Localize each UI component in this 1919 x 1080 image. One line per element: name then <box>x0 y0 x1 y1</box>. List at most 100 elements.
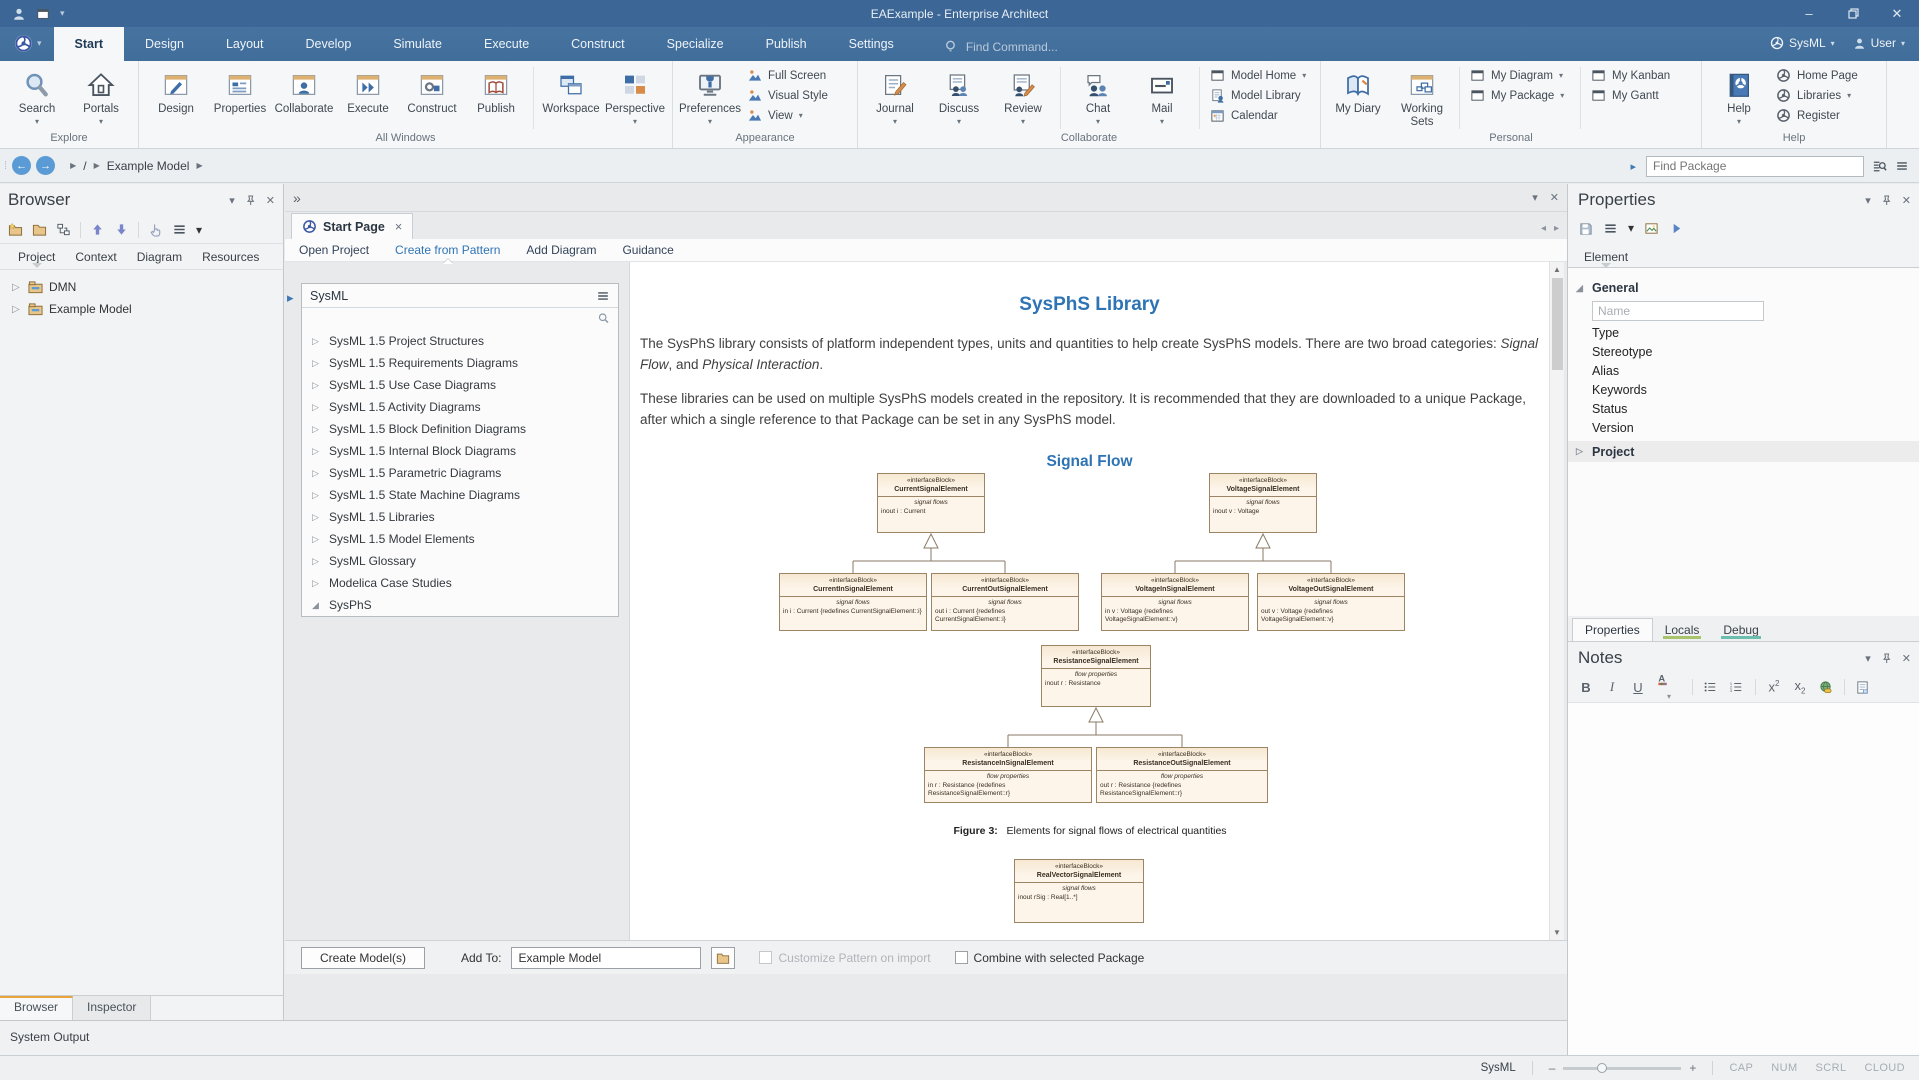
ribbon-tab-design[interactable]: Design <box>124 27 205 61</box>
property-row-status[interactable]: Status <box>1568 400 1919 419</box>
property-row-type[interactable]: Type <box>1568 324 1919 343</box>
start-nav-open-project[interactable]: Open Project <box>299 243 369 257</box>
ribbon-execute-button[interactable]: Execute <box>337 65 399 116</box>
zoom-in-button[interactable]: + <box>1689 1061 1696 1075</box>
uml-block-currentinsignalelement[interactable]: «interfaceBlock»CurrentInSignalElementsi… <box>779 573 927 631</box>
tab-close-icon[interactable]: × <box>395 220 402 234</box>
scroll-tabs-left-icon[interactable]: ◂ <box>1541 223 1546 234</box>
ribbon-my-diary-button[interactable]: My Diary <box>1327 65 1389 116</box>
browser-tab-resources[interactable]: Resources <box>194 247 267 267</box>
section-project[interactable]: ▷Project <box>1568 441 1919 462</box>
properties-menu-icon[interactable] <box>1603 221 1618 236</box>
pattern-item-sysml-1-5-parametric-diagrams[interactable]: ▷SysML 1.5 Parametric Diagrams <box>302 462 618 484</box>
expand-arrow-icon[interactable]: ▷ <box>312 512 323 523</box>
tab-list-chevrons-icon[interactable]: » <box>293 190 301 206</box>
ribbon-model-library-button[interactable]: Model Library <box>1206 87 1314 104</box>
bottom-tab-browser[interactable]: Browser <box>0 996 73 1020</box>
ribbon-calendar-button[interactable]: Calendar <box>1206 107 1314 124</box>
browser-tab-diagram[interactable]: Diagram <box>129 247 190 267</box>
collapse-list-icon[interactable]: ▸ <box>287 290 294 306</box>
expand-arrow-icon[interactable]: ▷ <box>312 446 323 457</box>
ribbon-view-button[interactable]: View▾ <box>743 107 851 124</box>
uml-block-voltageoutsignalelement[interactable]: «interfaceBlock»VoltageOutSignalElements… <box>1257 573 1405 631</box>
combine-package-checkbox[interactable]: Combine with selected Package <box>955 951 1145 965</box>
panel-pin-icon[interactable] <box>1880 652 1893 665</box>
browser-tab-context[interactable]: Context <box>67 247 124 267</box>
ribbon-register-button[interactable]: Register <box>1772 107 1880 124</box>
pattern-item-sysml-1-5-internal-block-diagrams[interactable]: ▷SysML 1.5 Internal Block Diagrams <box>302 440 618 462</box>
ribbon-tab-start[interactable]: Start <box>54 27 124 61</box>
property-row-keywords[interactable]: Keywords <box>1568 381 1919 400</box>
pattern-item-sysml-1-5-requirements-diagrams[interactable]: ▷SysML 1.5 Requirements Diagrams <box>302 352 618 374</box>
property-row-stereotype[interactable]: Stereotype <box>1568 343 1919 362</box>
ribbon-my-diagram-button[interactable]: My Diagram▾ <box>1466 67 1574 84</box>
minimize-button[interactable]: – <box>1787 0 1831 27</box>
property-row-version[interactable]: Version <box>1568 419 1919 438</box>
pattern-item-sysml-1-5-use-case-diagrams[interactable]: ▷SysML 1.5 Use Case Diagrams <box>302 374 618 396</box>
pattern-item-sysml-glossary[interactable]: ▷SysML Glossary <box>302 550 618 572</box>
checkbox-box[interactable] <box>955 951 968 964</box>
ribbon-perspective-button[interactable]: Perspective▾ <box>604 65 666 126</box>
ribbon-help-button[interactable]: Help▾ <box>1708 65 1770 126</box>
panel-dropdown-icon[interactable]: ▾ <box>229 194 235 207</box>
find-command-box[interactable]: Find Command... <box>943 39 1058 54</box>
expand-arrow-icon[interactable]: ▷ <box>312 358 323 369</box>
expand-arrow-icon[interactable]: ▷ <box>312 534 323 545</box>
zoom-out-button[interactable]: – <box>1549 1061 1556 1075</box>
ribbon-chat-button[interactable]: Chat▾ <box>1067 65 1129 126</box>
ribbon-tab-specialize[interactable]: Specialize <box>646 27 745 61</box>
user-menu[interactable]: User ▾ <box>1853 36 1905 50</box>
ribbon-collaborate-button[interactable]: Collaborate <box>273 65 335 116</box>
ribbon-discuss-button[interactable]: Discuss▾ <box>928 65 990 126</box>
expand-panel-icon[interactable]: ▸ <box>1630 160 1636 173</box>
pattern-item-sysml-1-5-activity-diagrams[interactable]: ▷SysML 1.5 Activity Diagrams <box>302 396 618 418</box>
underline-icon[interactable]: U <box>1630 680 1646 695</box>
panel-close-icon[interactable]: ✕ <box>1902 194 1911 207</box>
name-input[interactable] <box>1592 301 1764 321</box>
document-icon[interactable] <box>1855 680 1871 695</box>
package-menu-icon[interactable] <box>1895 159 1909 173</box>
bullet-list-icon[interactable] <box>1703 680 1719 694</box>
ribbon-tab-execute[interactable]: Execute <box>463 27 550 61</box>
uml-block-currentoutsignalelement[interactable]: «interfaceBlock»CurrentOutSignalElements… <box>931 573 1079 631</box>
ribbon-visual-style-button[interactable]: Visual Style <box>743 87 851 104</box>
uml-block-realvectorsignalelement[interactable]: «interfaceBlock»RealVectorSignalElements… <box>1014 859 1144 923</box>
pattern-menu-icon[interactable] <box>596 289 610 303</box>
search-package-icon[interactable] <box>1872 159 1887 174</box>
expand-arrow-icon[interactable]: ▷ <box>312 380 323 391</box>
system-output-bar[interactable]: System Output <box>0 1020 1567 1055</box>
numbered-list-icon[interactable]: 123 <box>1729 680 1745 694</box>
expand-arrow-icon[interactable]: ▷ <box>12 304 22 315</box>
uml-block-resistanceinsignalelement[interactable]: «interfaceBlock»ResistanceInSignalElemen… <box>924 747 1092 803</box>
superscript-icon[interactable]: x2 <box>1766 679 1782 694</box>
font-color-icon[interactable]: A ▾ <box>1656 672 1682 702</box>
next-icon[interactable] <box>1669 221 1684 236</box>
nav-forward-button[interactable]: → <box>36 156 55 175</box>
nav-back-button[interactable]: ← <box>12 156 31 175</box>
ribbon-model-home-button[interactable]: Model Home▾ <box>1206 67 1314 84</box>
new-folder-icon[interactable] <box>8 222 23 237</box>
save-icon[interactable] <box>1578 221 1593 236</box>
panel-pin-icon[interactable] <box>1880 194 1893 207</box>
ribbon-tab-simulate[interactable]: Simulate <box>372 27 463 61</box>
checkbox-box[interactable] <box>759 951 772 964</box>
ribbon-my-gantt-button[interactable]: My Gantt <box>1587 87 1695 104</box>
ribbon-design-button[interactable]: Design <box>145 65 207 116</box>
move-up-icon[interactable] <box>90 222 105 237</box>
panel-tab-properties[interactable]: Properties <box>1572 618 1653 641</box>
uml-block-resistanceoutsignalelement[interactable]: «interfaceBlock»ResistanceOutSignalEleme… <box>1096 747 1268 803</box>
ribbon-tab-settings[interactable]: Settings <box>828 27 915 61</box>
customize-pattern-checkbox[interactable]: Customize Pattern on import <box>759 951 930 965</box>
pattern-search-icon[interactable] <box>597 312 610 325</box>
scroll-tabs-right-icon[interactable]: ▸ <box>1554 223 1559 234</box>
scroll-up-icon[interactable]: ▲ <box>1550 262 1564 277</box>
create-models-button[interactable]: Create Model(s) <box>301 947 425 969</box>
panel-tab-locals[interactable]: Locals <box>1653 619 1712 641</box>
panel-tab-debug[interactable]: Debug <box>1711 619 1770 641</box>
bold-icon[interactable]: B <box>1578 680 1594 695</box>
add-to-input[interactable] <box>511 947 701 969</box>
start-nav-add-diagram[interactable]: Add Diagram <box>526 243 596 257</box>
expand-arrow-icon[interactable]: ▷ <box>312 424 323 435</box>
ribbon-my-kanban-button[interactable]: My Kanban <box>1587 67 1695 84</box>
tabwell-close-icon[interactable]: ✕ <box>1550 191 1559 204</box>
